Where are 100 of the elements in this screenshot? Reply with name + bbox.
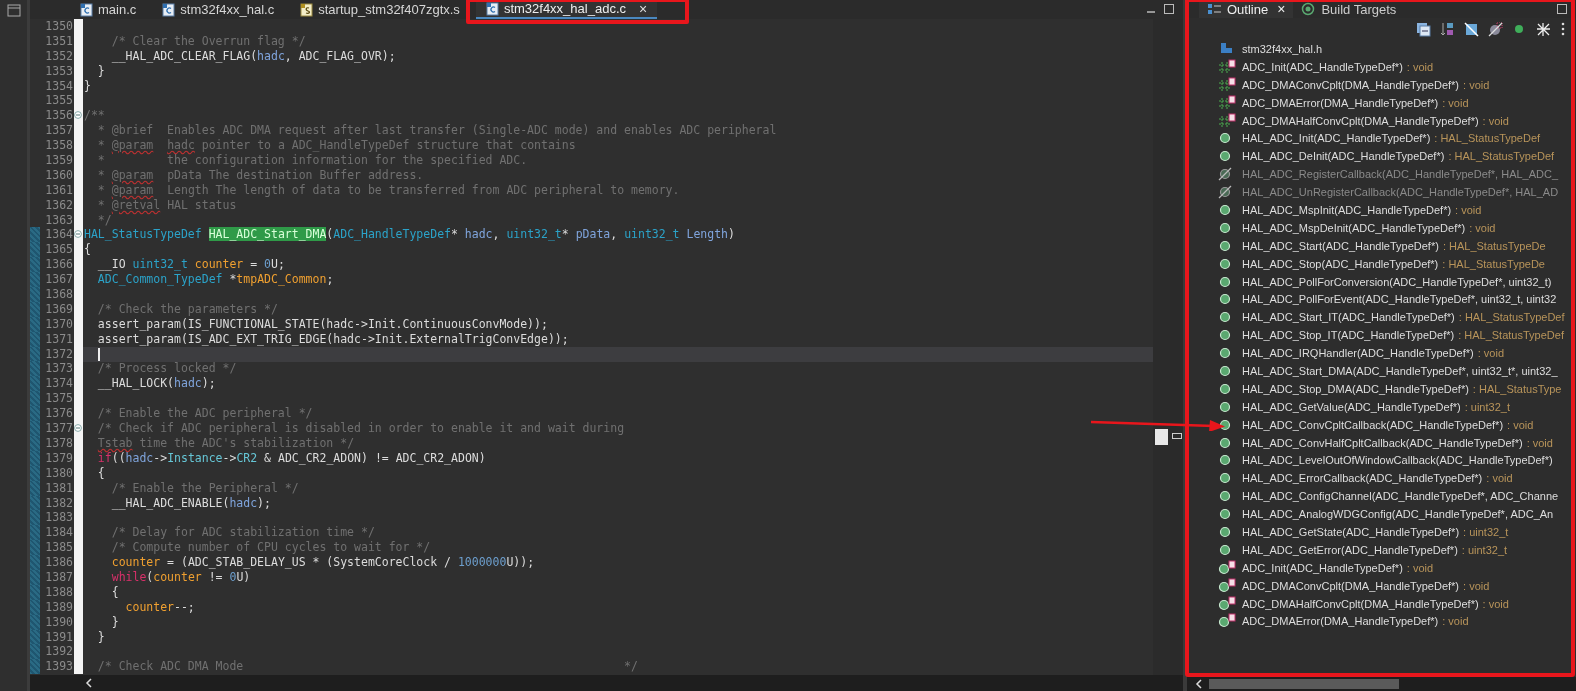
scroll-left-icon[interactable]: [1195, 679, 1203, 689]
code-line: {: [83, 242, 92, 258]
outline-item[interactable]: ADC_DMAConvCplt(DMA_HandleTypeDef*) : void: [1187, 576, 1576, 595]
outline-item[interactable]: HAL_ADC_Start_IT(ADC_HandleTypeDef*) : HAL_StatusTypeDef: [1187, 308, 1576, 327]
outline-item[interactable]: HAL_ADC_ConvHalfCpltCallback(ADC_HandleTypeDef*) : void: [1187, 433, 1576, 452]
outline-item[interactable]: HAL_ADC_PollForEvent(ADC_HandleTypeDef*, uint32_t, uint32: [1187, 290, 1576, 309]
panel-tab[interactable]: Build Targets: [1293, 0, 1405, 18]
line-number: 1390: [44, 614, 74, 630]
code-line: /* Enable the ADC peripheral */: [96, 406, 314, 422]
outline-item[interactable]: ADC_DMAHalfConvCplt(DMA_HandleTypeDef*) : void: [1187, 594, 1576, 613]
outline-item[interactable]: HAL_ADC_AnalogWDGConfig(ADC_HandleTypeDef*, ADC_An: [1187, 505, 1576, 524]
outline-item[interactable]: HAL_ADC_ErrorCallback(ADC_HandleTypeDef*) : void: [1187, 469, 1576, 488]
maximize-icon[interactable]: [1163, 3, 1175, 15]
line-number: 1384: [44, 525, 74, 541]
outline-item[interactable]: HAL_ADC_GetError(ADC_HandleTypeDef*) : uint32_t: [1187, 540, 1576, 559]
fold-gutter: [74, 19, 83, 34]
outline-item[interactable]: HAL_ADC_Start_DMA(ADC_HandleTypeDef*, uint32_t*, uint32_: [1187, 362, 1576, 380]
outline-item[interactable]: HAL_ADC_PollForConversion(ADC_HandleTypeDef*, uint32_t): [1187, 272, 1576, 291]
line-number: 1359: [44, 153, 74, 168]
static-function-icon: [1218, 613, 1236, 630]
static-function-icon: [1218, 58, 1236, 75]
file-tab[interactable]: startup_stm32f407zgtx.s: [290, 0, 470, 19]
outline-item[interactable]: HAL_ADC_DeInit(ADC_HandleTypeDef*) : HAL_StatusTypeDef: [1187, 147, 1576, 166]
line-number: 1363: [44, 212, 74, 228]
outline-item[interactable]: HAL_ADC_Stop_IT(ADC_HandleTypeDef*) : HAL_StatusTypeDef: [1187, 326, 1576, 345]
outline-item[interactable]: HAL_ADC_ConfigChannel(ADC_HandleTypeDef*, ADC_Channe: [1187, 487, 1576, 506]
code-line: /* Compute number of CPU cycles to wait for */: [110, 540, 432, 556]
static-function-icon: [1218, 577, 1236, 594]
outline-item[interactable]: ADC_DMAError(DMA_HandleTypeDef*) : void: [1187, 612, 1576, 631]
line-number: 1361: [44, 182, 74, 198]
code-line: counter = (ADC_STAB_DELAY_US * (SystemCoreClock / 1000000U));: [110, 555, 536, 570]
outline-item[interactable]: HAL_ADC_GetValue(ADC_HandleTypeDef*) : uint32_t: [1187, 397, 1576, 416]
code-line: __HAL_ADC_CLEAR_FLAG(hadc, ADC_FLAG_OVR);: [110, 48, 397, 64]
outline-item[interactable]: HAL_ADC_GetState(ADC_HandleTypeDef*) : uint32_t: [1187, 523, 1576, 541]
line-number: 1379: [44, 450, 74, 466]
scrollbar-thumb[interactable]: [1155, 429, 1168, 445]
line-number: 1374: [44, 376, 74, 392]
restore-icon[interactable]: [7, 4, 21, 17]
code-line: HAL_StatusTypeDef HAL_ADC_Start_DMA(ADC_HandleTypeDef* hadc, uint32_t* pData, uint32_t Length): [83, 227, 736, 243]
line-number: 1352: [44, 48, 74, 64]
file-icon: [485, 1, 499, 16]
hide-static-icon[interactable]: [1488, 21, 1503, 37]
fold-gutter: [74, 659, 83, 675]
line-number: 1388: [44, 584, 74, 600]
sort-icon[interactable]: [1440, 21, 1455, 37]
line-number: 1364: [44, 227, 74, 243]
outline-item[interactable]: ADC_DMAHalfConvCplt(DMA_HandleTypeDef*) : void: [1187, 111, 1576, 130]
code-line: /* Check if ADC peripheral is disabled in order to enable it and wait during: [96, 421, 626, 436]
outline-item[interactable]: HAL_ADC_LevelOutOfWindowCallback(ADC_HandleTypeDef*): [1187, 451, 1576, 470]
code-line: assert_param(IS_ADC_EXT_TRIG_EDGE(hadc->Init.ExternalTrigConvEdge));: [96, 331, 570, 347]
outline-item[interactable]: HAL_ADC_MspInit(ADC_HandleTypeDef*) : void: [1187, 201, 1576, 219]
line-number: 1375: [44, 391, 74, 407]
outline-item[interactable]: HAL_ADC_IRQHandler(ADC_HandleTypeDef*) : void: [1187, 344, 1576, 363]
scroll-left-icon[interactable]: [85, 678, 93, 688]
line-number: 1385: [44, 540, 74, 556]
code-line: counter--;: [124, 599, 196, 615]
line-number: 1367: [44, 272, 74, 288]
code-line: /* Enable the Peripheral */: [110, 480, 300, 496]
code-line: * @retval HAL status: [96, 197, 238, 213]
line-number: 1391: [44, 629, 74, 645]
line-number: 1378: [44, 435, 74, 451]
outline-item[interactable]: HAL_ADC_Stop(ADC_HandleTypeDef*) : HAL_StatusTypeDe: [1187, 254, 1576, 273]
outline-item[interactable]: ADC_DMAConvCplt(DMA_HandleTypeDef*) : void: [1187, 75, 1576, 94]
line-number: 1393: [44, 659, 74, 675]
collapse-all-icon[interactable]: [1416, 21, 1431, 37]
outline-item[interactable]: ADC_DMAError(DMA_HandleTypeDef*) : void: [1187, 93, 1576, 112]
line-number: 1380: [44, 465, 74, 481]
hide-fields-icon[interactable]: [1464, 21, 1479, 37]
outline-item[interactable]: ADC_Init(ADC_HandleTypeDef*) : void: [1187, 57, 1576, 76]
file-icon: [300, 2, 314, 17]
code-line: while(counter != 0U): [110, 569, 252, 585]
line-number: 1370: [44, 316, 74, 332]
outline-item[interactable]: HAL_ADC_UnRegisterCallback(ADC_HandleTypeDef*, HAL_AD: [1187, 183, 1576, 201]
code-line: if((hadc->Instance->CR2 & ADC_CR2_ADON) != ADC_CR2_ADON): [96, 450, 487, 466]
line-number: 1354: [44, 78, 74, 94]
code-line: __IO uint32_t counter = 0U;: [96, 257, 286, 273]
line-number: 1360: [44, 167, 74, 183]
outline-item[interactable]: stm32f4xx_hal.h: [1187, 40, 1576, 58]
outline-item[interactable]: HAL_ADC_MspDeInit(ADC_HandleTypeDef*) : void: [1187, 218, 1576, 237]
scrollbar-thumb[interactable]: [1209, 679, 1399, 689]
more-icon[interactable]: [1560, 21, 1566, 37]
outline-item[interactable]: HAL_ADC_RegisterCallback(ADC_HandleTypeDef*, HAL_ADC_: [1187, 165, 1576, 184]
line-number: 1369: [44, 301, 74, 317]
line-number: 1392: [44, 644, 74, 660]
code-line: __HAL_ADC_ENABLE(hadc);: [110, 495, 272, 511]
outline-item[interactable]: ADC_Init(ADC_HandleTypeDef*) : void: [1187, 558, 1576, 577]
line-number: 1387: [44, 569, 74, 585]
code-line: /* Process locked */: [96, 361, 238, 377]
outline-item[interactable]: HAL_ADC_Init(ADC_HandleTypeDef*) : HAL_StatusTypeDef: [1187, 129, 1576, 148]
file-tab[interactable]: main.c: [70, 0, 147, 19]
line-number: 1382: [44, 495, 74, 511]
outline-item[interactable]: HAL_ADC_Stop_DMA(ADC_HandleTypeDef*) : HAL_StatusType: [1187, 379, 1576, 398]
line-number: 1377: [44, 421, 74, 436]
file-icon: [162, 2, 176, 17]
hide-nonpublic-icon[interactable]: [1536, 21, 1551, 37]
outline-item[interactable]: HAL_ADC_Start(ADC_HandleTypeDef*) : HAL_StatusTypeDe: [1187, 236, 1576, 255]
file-tab[interactable]: stm32f4xx_hal.c: [152, 0, 285, 19]
code-line: {: [96, 465, 106, 481]
code-line: Tstab time the ADC's stabilization */: [96, 435, 356, 451]
maximize-icon[interactable]: [1556, 3, 1568, 15]
